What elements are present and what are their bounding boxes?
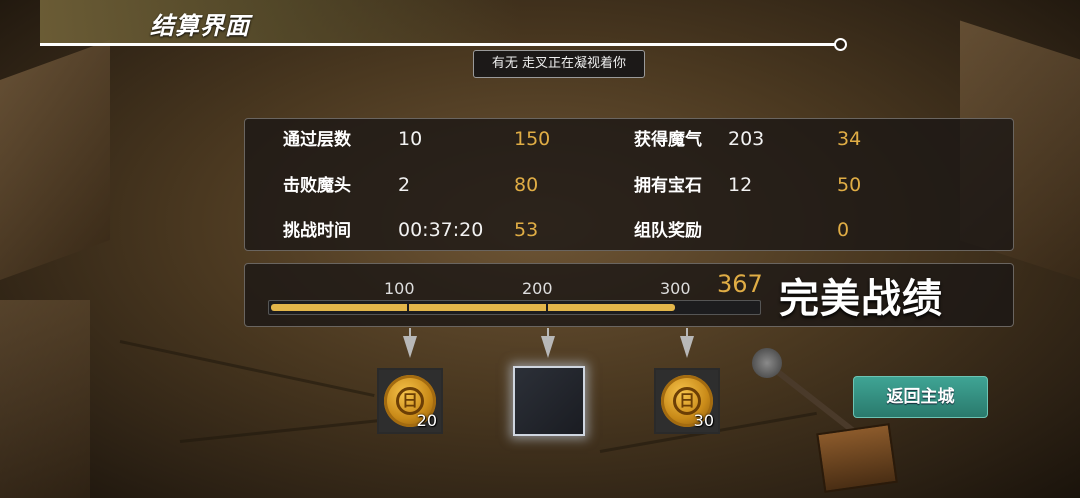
stat-label: 挑战时间 xyxy=(283,221,351,241)
score-progress-panel: 100 200 300 367 完美战绩 xyxy=(244,263,1014,327)
progress-tick-label: 100 xyxy=(384,279,415,298)
treasure-chest-prop xyxy=(816,423,898,493)
progress-tick-label: 300 xyxy=(660,279,691,298)
return-to-city-button[interactable]: 返回主城 xyxy=(853,376,988,418)
stat-label: 通过层数 xyxy=(283,130,351,150)
score-progress-fill xyxy=(271,304,675,311)
reward-slot-2[interactable] xyxy=(513,366,585,436)
stat-value: 203 xyxy=(728,128,765,150)
stat-points: 150 xyxy=(514,128,551,150)
down-arrow-icon xyxy=(680,336,694,358)
down-arrow-icon xyxy=(541,336,555,358)
stat-value: 00:37:20 xyxy=(398,219,484,241)
progress-segment-divider xyxy=(546,303,548,313)
reward-slot-3[interactable]: 日 30 xyxy=(654,368,720,434)
title-underline xyxy=(40,43,836,46)
background-rock xyxy=(0,300,90,498)
stat-value: 10 xyxy=(398,128,423,150)
rating-label: 完美战绩 xyxy=(779,276,943,322)
notice-toast: 有无 走叉正在凝视着你 xyxy=(473,50,645,78)
stat-label: 组队奖励 xyxy=(634,221,702,241)
stat-label: 击败魔头 xyxy=(283,176,351,196)
stat-points: 0 xyxy=(837,219,850,241)
stats-panel: 通过层数 10 150 击败魔头 2 80 挑战时间 00:37:20 53 获… xyxy=(244,118,1014,251)
title-line-end-dot xyxy=(834,38,847,51)
stat-label: 获得魔气 xyxy=(634,130,702,150)
axe-head-prop xyxy=(752,348,782,378)
background-rock xyxy=(0,39,110,281)
stat-label: 拥有宝石 xyxy=(634,176,702,196)
down-arrow-icon xyxy=(403,336,417,358)
progress-tick-label: 200 xyxy=(522,279,553,298)
progress-segment-divider xyxy=(407,303,409,313)
ground-crack xyxy=(119,340,375,398)
total-score: 367 xyxy=(717,270,763,298)
stat-value: 2 xyxy=(398,174,411,196)
score-progress-bar xyxy=(268,300,761,315)
stat-points: 34 xyxy=(837,128,862,150)
page-title: 结算界面 xyxy=(150,12,250,40)
stat-points: 53 xyxy=(514,219,539,241)
reward-quantity: 30 xyxy=(693,411,714,430)
reward-slot-1[interactable]: 日 20 xyxy=(377,368,443,434)
stat-points: 50 xyxy=(837,174,862,196)
ground-crack xyxy=(179,419,380,443)
stat-value: 12 xyxy=(728,174,753,196)
stat-points: 80 xyxy=(514,174,539,196)
progress-segment-divider xyxy=(684,303,686,313)
reward-quantity: 20 xyxy=(416,411,437,430)
